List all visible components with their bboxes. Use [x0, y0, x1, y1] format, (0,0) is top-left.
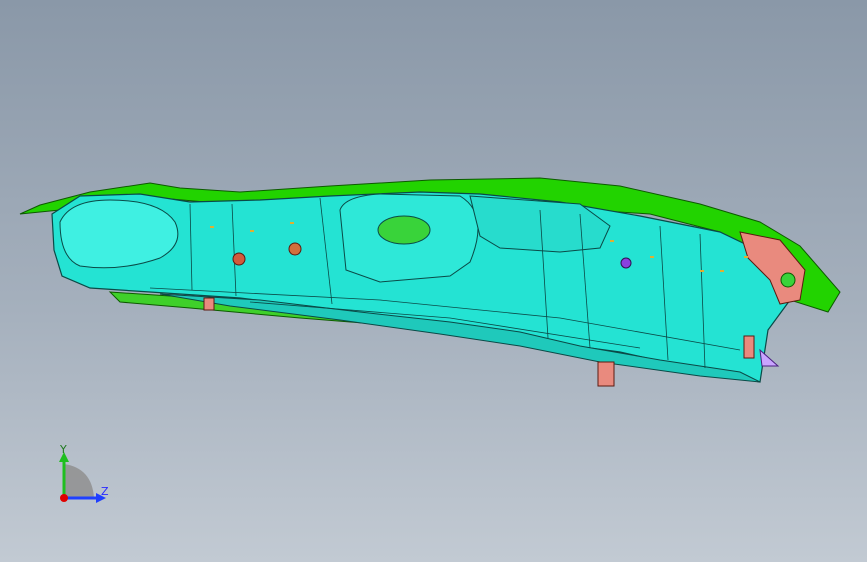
x-axis-origin-icon — [60, 494, 68, 502]
3d-viewport[interactable]: Y Z — [0, 0, 867, 562]
fastener-hole — [288, 242, 302, 256]
purple-tab — [759, 348, 780, 367]
bracket-hole — [780, 272, 796, 288]
triad-plane — [64, 464, 94, 498]
mount-post — [203, 297, 215, 311]
fastener-hole — [620, 257, 632, 269]
central-hole — [377, 215, 431, 245]
axis-triad: Y Z — [40, 438, 130, 518]
left-pocket — [59, 199, 179, 269]
triad-graphic — [59, 452, 106, 503]
mount-post — [743, 335, 755, 359]
mount-post — [597, 361, 615, 387]
cad-part-model[interactable] — [0, 0, 867, 562]
z-axis-label: Z — [101, 485, 109, 498]
fastener-hole — [232, 252, 246, 266]
y-axis-label: Y — [60, 443, 67, 456]
